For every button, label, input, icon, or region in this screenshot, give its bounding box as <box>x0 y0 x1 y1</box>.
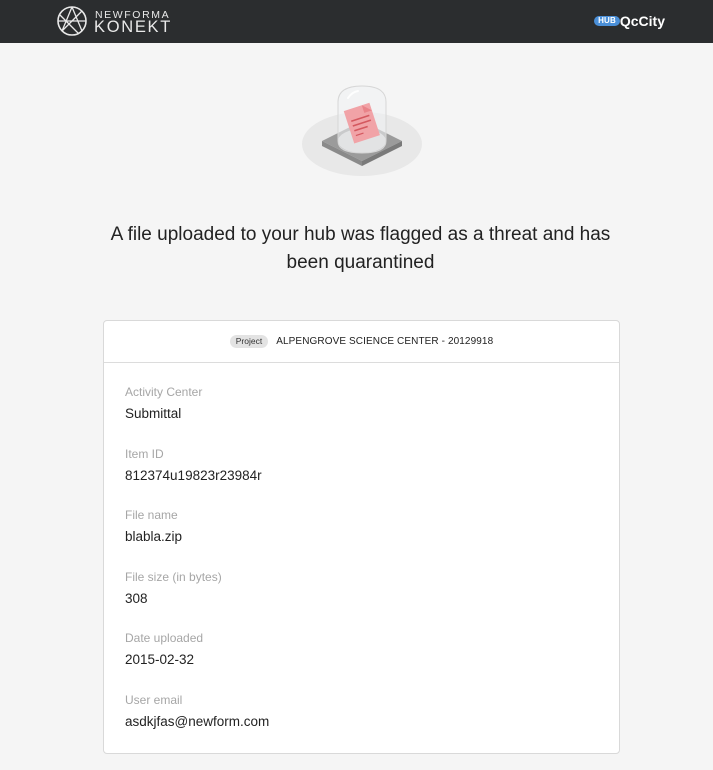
field-label: File size (in bytes) <box>125 569 222 584</box>
hub-badge: HUB <box>594 16 620 26</box>
field-user-email: User email asdkjfas@newform.com <box>125 693 619 755</box>
file-details-card: Project ALPENGROVE SCIENCE CENTER - 2012… <box>103 320 620 754</box>
details-list: Activity Center Submittal Item ID 812374… <box>104 363 619 755</box>
top-bar: NEWFORMA KONEKT HUB QcCity <box>0 0 713 43</box>
field-label: Activity Center <box>125 385 203 399</box>
field-label: Date uploaded <box>125 631 204 646</box>
field-label: File name <box>125 508 178 523</box>
hub-name: QcCity <box>619 13 665 29</box>
field-value: 2015-02-32 <box>125 652 195 668</box>
field-value[interactable]: asdkjfas@newform.com <box>125 714 619 730</box>
newforma-logo-icon <box>57 6 87 36</box>
field-item-id: Item ID 812374u19823r23984r <box>125 447 619 509</box>
field-file-size: File size (in bytes) 308 <box>125 570 619 632</box>
field-date-uploaded: Date uploaded 2015-02-32 <box>125 631 619 693</box>
field-file-name: File name blabla.zip <box>125 508 619 570</box>
logo-text-konekt: KONEKT <box>94 18 173 36</box>
newforma-konekt-logo[interactable]: NEWFORMA KONEKT <box>57 6 173 36</box>
field-value: 812374u19823r23984r <box>125 467 262 483</box>
project-header: Project ALPENGROVE SCIENCE CENTER - 2012… <box>104 321 619 363</box>
project-name: ALPENGROVE SCIENCE CENTER - 20129918 <box>276 336 494 347</box>
field-label: User email <box>125 692 183 707</box>
threat-headline: A file uploaded to your hub was flagged … <box>110 224 611 273</box>
field-value: 308 <box>125 590 148 606</box>
project-badge: Project <box>229 335 269 348</box>
field-value: blabla.zip <box>125 529 183 545</box>
field-label: Item ID <box>125 446 164 461</box>
field-activity-center: Activity Center Submittal <box>125 385 619 447</box>
field-value: Submittal <box>125 406 182 421</box>
quarantined-file-under-glass-dome-icon <box>302 85 422 176</box>
